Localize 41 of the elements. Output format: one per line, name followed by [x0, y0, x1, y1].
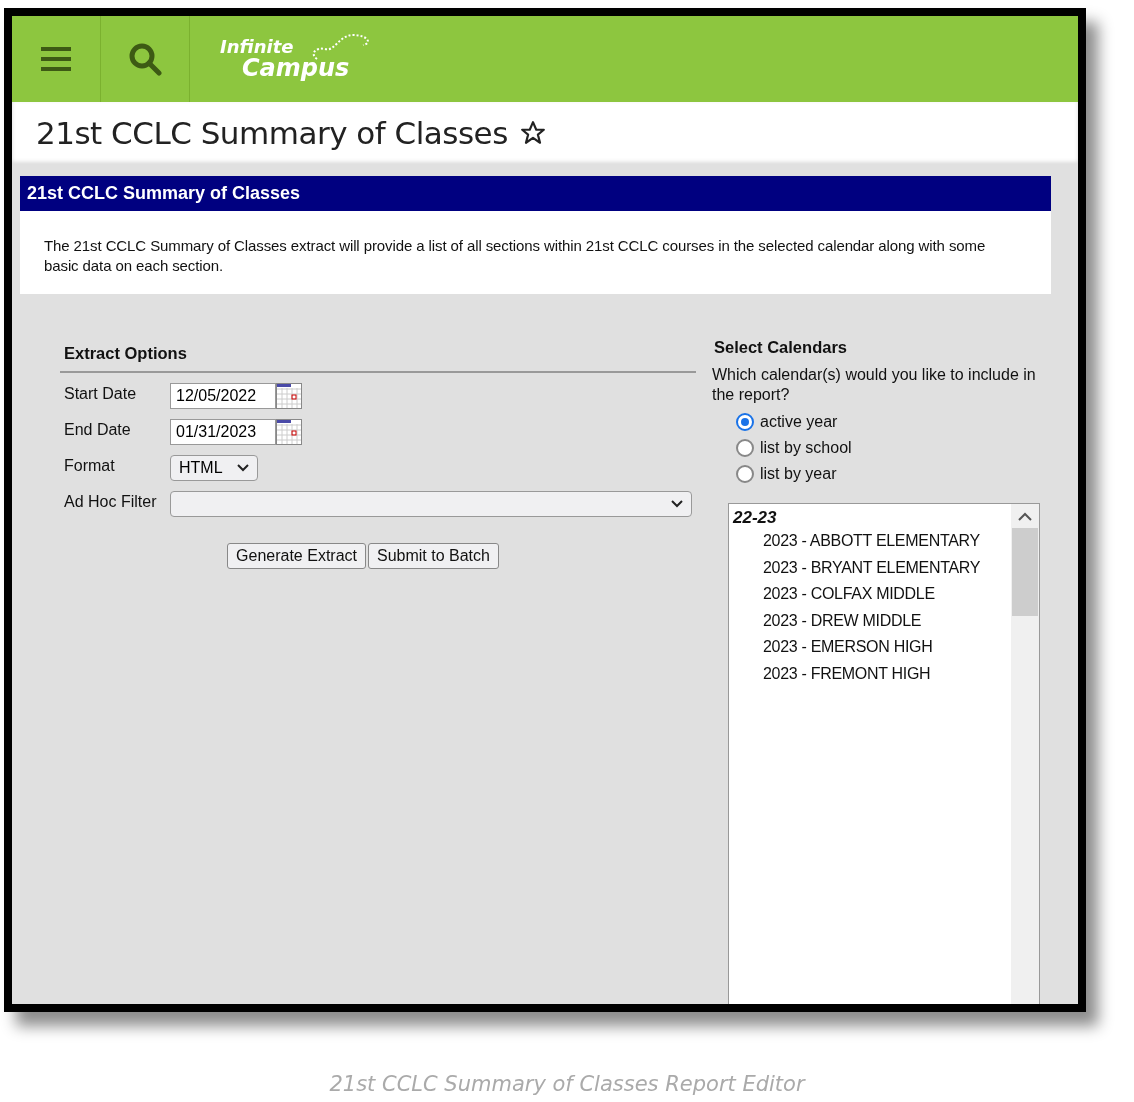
- caret-up-icon[interactable]: [1018, 512, 1032, 522]
- field-label: Format: [64, 456, 116, 475]
- calendar-item[interactable]: 2023 - COLFAX MIDDLE: [733, 581, 1007, 608]
- scrollbar[interactable]: [1011, 504, 1039, 1004]
- format-select[interactable]: HTML: [170, 455, 258, 481]
- calendar-item[interactable]: 2023 - FREMONT HIGH: [733, 660, 1007, 687]
- field-label: Ad Hoc Filter: [64, 492, 158, 511]
- search-icon: [128, 42, 162, 76]
- panel-title: 21st CCLC Summary of Classes: [20, 176, 1051, 211]
- question-text: Which calendar(s) would you like to include in the report?: [712, 365, 1037, 405]
- radio-button[interactable]: [736, 439, 754, 457]
- option-label: active year: [760, 413, 838, 431]
- calendar-list[interactable]: 22-23 2023 - ABBOTT ELEMENTARY 2023 - BRYANT ELEMENTARY 2023 - COLFAX MIDDLE 2023 - DREW MIDDLE 2023 - EMERSON HIGH 2023 - FREMONT HIGH: [728, 503, 1040, 1004]
- date-field[interactable]: 12/05/2022: [170, 383, 276, 409]
- radio-button[interactable]: [736, 465, 754, 483]
- filter-select[interactable]: [170, 491, 692, 517]
- option-label: list by school: [760, 439, 852, 457]
- calendar-item[interactable]: 2023 - ABBOTT ELEMENTARY: [733, 528, 1007, 555]
- description: The 21st CCLC Summary of Classes extract will provide a list of all sections within 21st CCLC courses in the selected calendar along with some basic data on each section.: [20, 211, 1051, 294]
- calendar-item[interactable]: 2023 - BRYANT ELEMENTARY: [733, 554, 1007, 581]
- star-icon[interactable]: [519, 120, 546, 146]
- section-heading: Select Calendars: [713, 337, 848, 358]
- calendar-item[interactable]: 2023 - DREW MIDDLE: [733, 607, 1007, 634]
- calendar-icon[interactable]: [276, 383, 302, 409]
- menu-icon: [41, 47, 71, 71]
- caret-icon: [671, 500, 683, 508]
- caption: 21st CCLC Summary of Classes Report Editor: [328, 1072, 807, 1096]
- group-heading: 22-23: [733, 508, 778, 528]
- action-button[interactable]: Submit to Batch: [368, 543, 499, 569]
- page-title: 21st CCLC Summary of Classes: [36, 115, 508, 151]
- caret-icon: [237, 464, 249, 472]
- option-label: list by year: [760, 465, 837, 483]
- date-field[interactable]: 01/31/2023: [170, 419, 276, 445]
- field-label: End Date: [64, 420, 132, 439]
- radio-button[interactable]: [736, 413, 754, 431]
- field-label: Start Date: [64, 384, 138, 403]
- calendar-item[interactable]: 2023 - EMERSON HIGH: [733, 634, 1007, 661]
- calendar-icon[interactable]: [276, 419, 302, 445]
- scroll-thumb[interactable]: [1012, 528, 1038, 616]
- section-heading: Extract Options: [63, 343, 188, 364]
- action-button[interactable]: Generate Extract: [227, 543, 366, 569]
